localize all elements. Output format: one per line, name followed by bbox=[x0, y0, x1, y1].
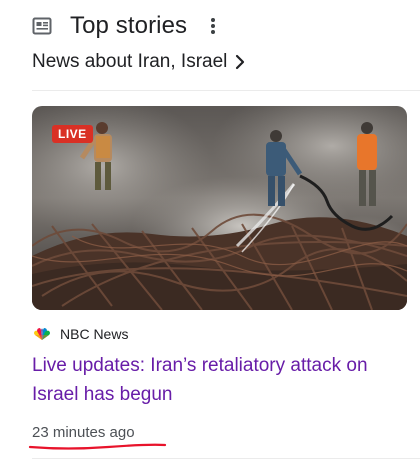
news-about-label: News about Iran, Israel bbox=[32, 51, 228, 72]
news-icon bbox=[32, 16, 52, 36]
top-stories-panel: Top stories News about Iran, Israel LIVE… bbox=[0, 0, 420, 467]
chevron-right-icon bbox=[235, 53, 247, 71]
story-thumbnail[interactable]: LIVE bbox=[32, 106, 407, 310]
live-badge: LIVE bbox=[52, 125, 93, 143]
story-timestamp: 23 minutes ago bbox=[32, 424, 135, 441]
section-title: Top stories bbox=[70, 12, 188, 39]
story-headline-link[interactable]: Live updates: Iran’s retaliatory attack … bbox=[32, 351, 392, 409]
source-name: NBC News bbox=[60, 326, 129, 342]
news-about-link[interactable]: News about Iran, Israel bbox=[32, 48, 247, 76]
nbc-peacock-icon bbox=[32, 327, 52, 341]
more-vert-icon[interactable] bbox=[205, 14, 221, 38]
red-underline-annotation bbox=[28, 443, 167, 450]
card-divider bbox=[32, 458, 420, 459]
section-divider bbox=[32, 90, 420, 91]
story-source: NBC News bbox=[32, 324, 128, 344]
top-stories-header: Top stories bbox=[32, 10, 221, 42]
